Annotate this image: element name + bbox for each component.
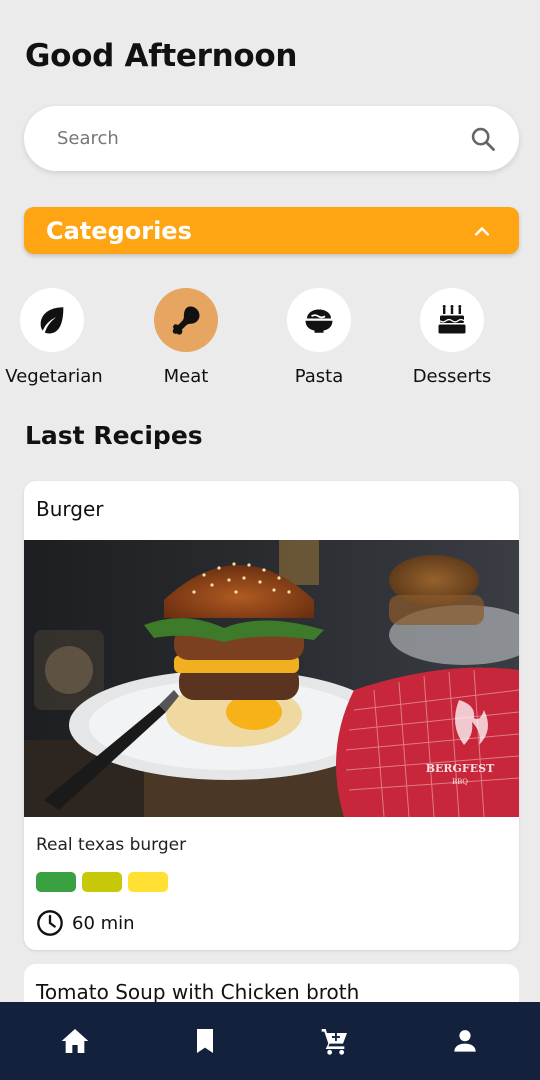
categories-header[interactable]: Categories <box>24 207 519 254</box>
cart-icon <box>321 1029 347 1055</box>
tag-green <box>36 872 76 892</box>
recipe-image: BERGFEST BBQ <box>24 540 519 817</box>
category-label: Pasta <box>294 366 344 387</box>
nav-cart[interactable] <box>305 1011 365 1071</box>
person-icon <box>454 1030 476 1052</box>
category-icon-circle <box>287 288 351 352</box>
bookmark-icon <box>197 1029 213 1053</box>
category-label: Vegetarian <box>5 366 103 387</box>
search-icon[interactable] <box>469 125 497 153</box>
nav-bookmarks[interactable] <box>175 1011 235 1071</box>
recipe-title: Burger <box>36 497 104 521</box>
drumstick-icon <box>172 306 200 335</box>
watermark-line1: BERGFEST <box>426 762 495 775</box>
clock-icon <box>37 910 63 936</box>
category-icon-circle <box>20 288 84 352</box>
bowl-icon <box>305 309 333 333</box>
category-vegetarian[interactable]: Vegetarian <box>0 288 117 387</box>
categories-title: Categories <box>46 216 192 245</box>
cake-icon <box>438 305 466 334</box>
nav-profile[interactable] <box>435 1011 495 1071</box>
nav-home[interactable] <box>45 1011 105 1071</box>
leaf-icon <box>40 307 64 334</box>
search-input[interactable]: Search <box>57 128 469 149</box>
category-list: Vegetarian Meat Pasta Desserts <box>0 288 540 398</box>
category-label: Meat <box>163 366 209 387</box>
recipe-description: Real texas burger <box>36 835 187 855</box>
section-title-last-recipes: Last Recipes <box>25 421 203 450</box>
bottom-nav <box>0 1002 540 1080</box>
tag-yellow <box>128 872 168 892</box>
page-title: Good Afternoon <box>25 38 298 74</box>
category-desserts[interactable]: Desserts <box>387 288 517 387</box>
category-pasta[interactable]: Pasta <box>254 288 384 387</box>
home-icon <box>61 1029 89 1053</box>
search-bar[interactable]: Search <box>24 106 519 171</box>
recipe-card[interactable]: Burger BERGFEST BBQ Real texas burger 60… <box>24 481 519 950</box>
recipe-title: Tomato Soup with Chicken broth <box>36 980 360 1004</box>
recipe-time: 60 min <box>36 909 135 937</box>
category-icon-circle <box>154 288 218 352</box>
category-icon-circle <box>420 288 484 352</box>
tag-olive <box>82 872 122 892</box>
recipe-tags <box>36 872 168 892</box>
watermark-line2: BBQ <box>452 778 468 786</box>
chevron-up-icon[interactable] <box>472 221 492 241</box>
category-meat[interactable]: Meat <box>121 288 251 387</box>
time-text: 60 min <box>72 912 135 934</box>
category-label: Desserts <box>412 366 492 387</box>
